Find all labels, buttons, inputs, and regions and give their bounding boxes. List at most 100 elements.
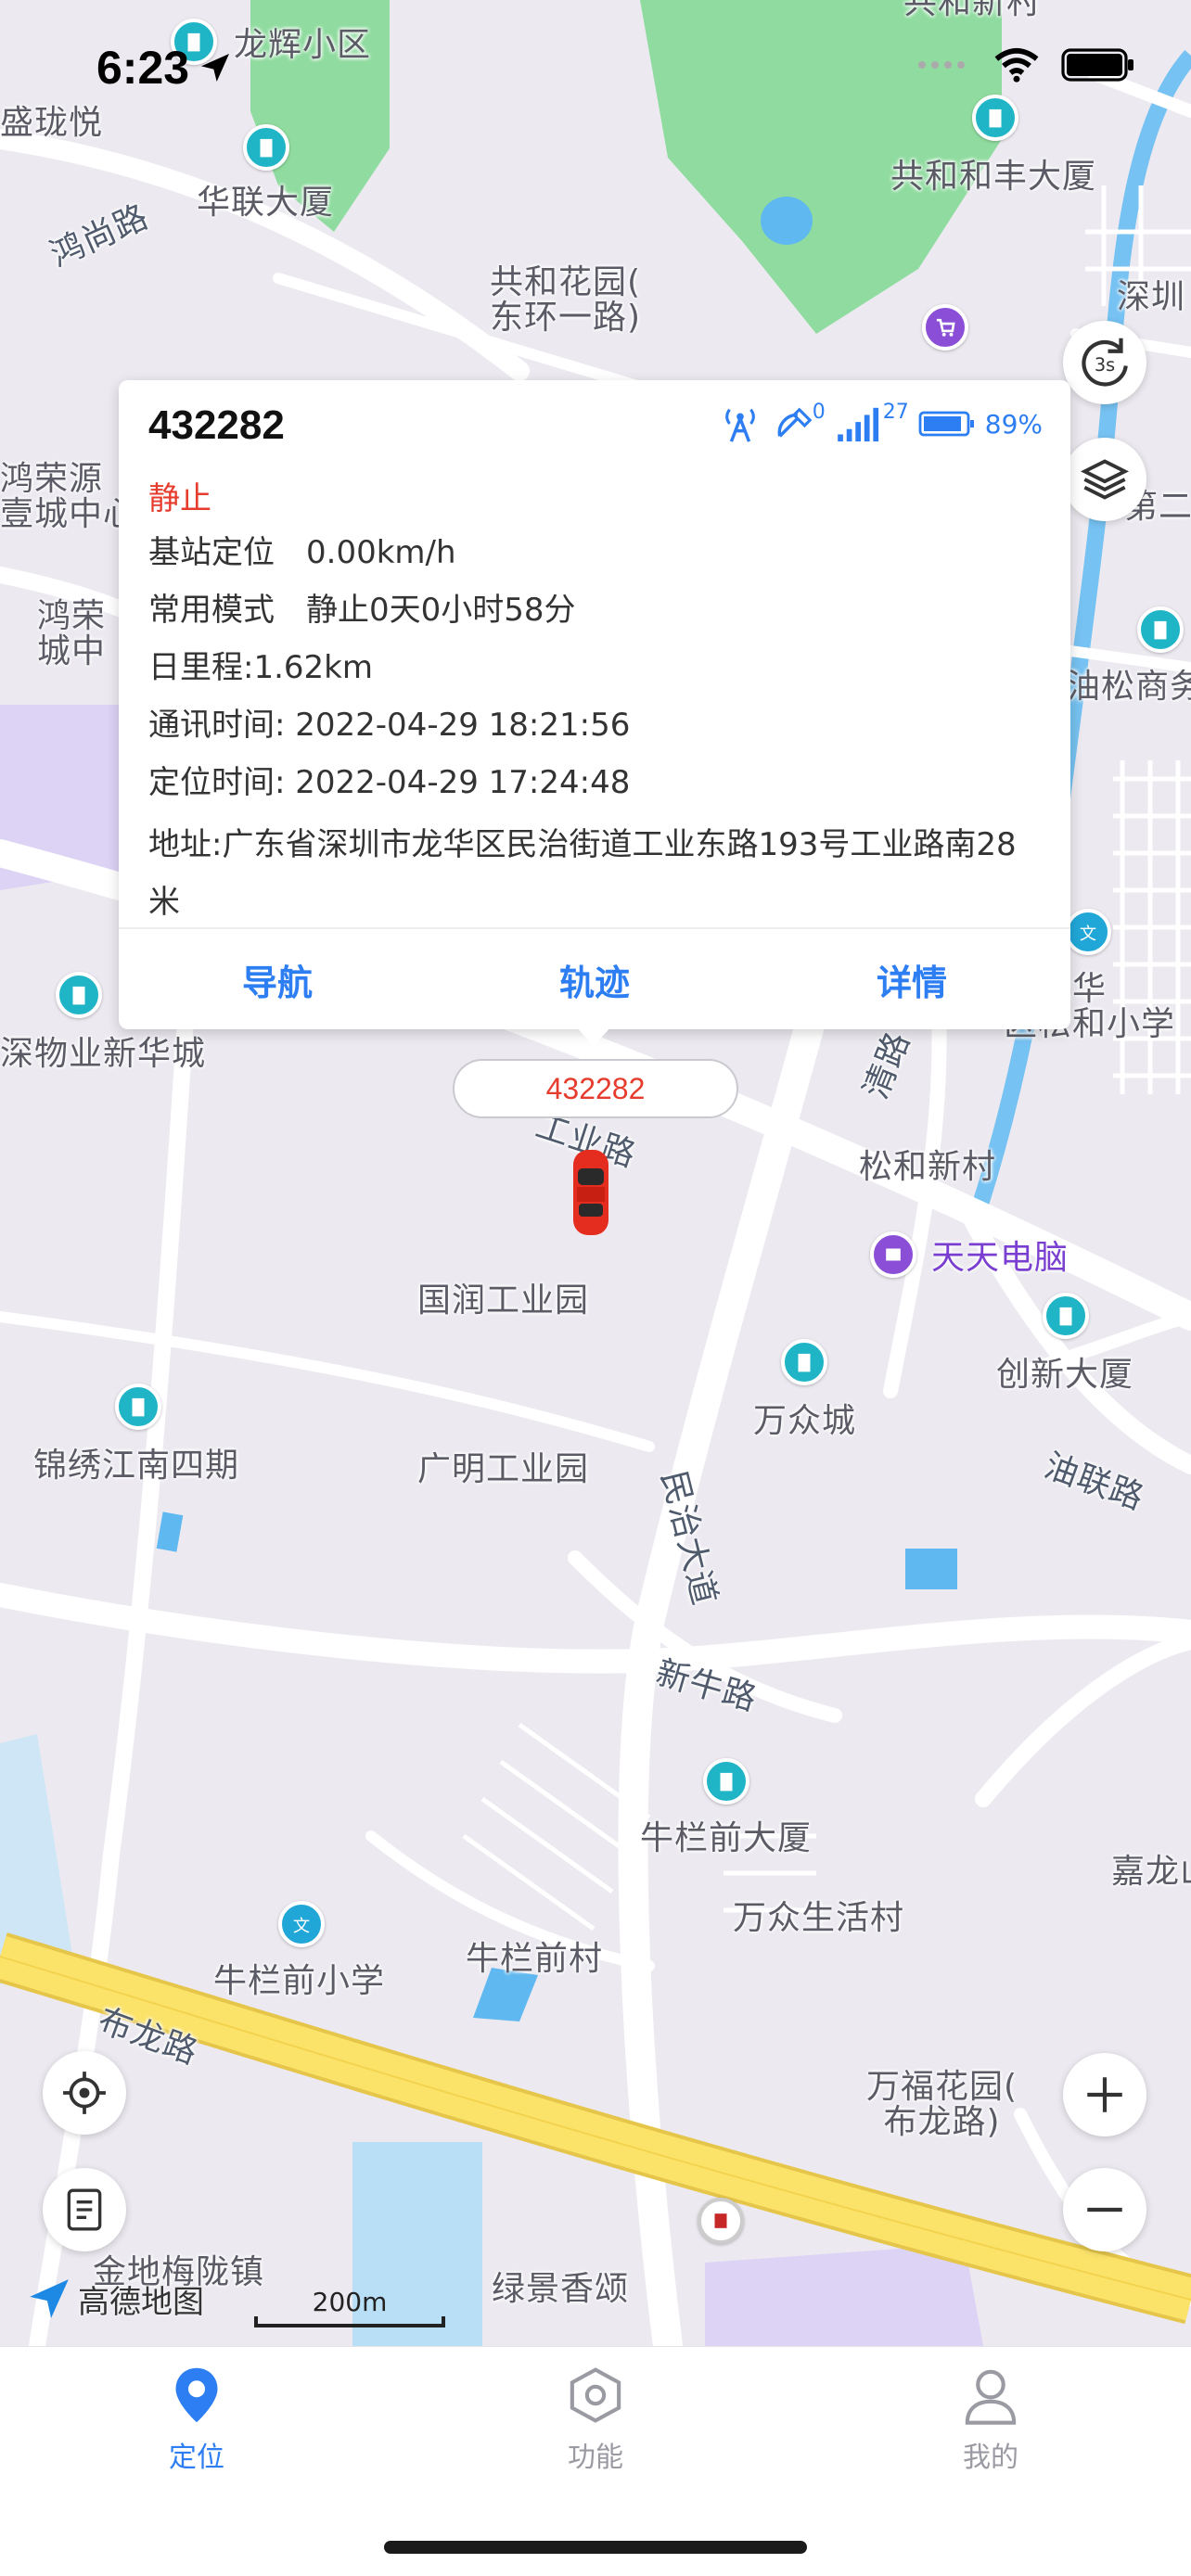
svg-text:文: 文: [1080, 925, 1096, 944]
device-info-popup: 432282 0 27 89% 静止 基站定位 0.00km/h 常用模式 静止…: [119, 380, 1070, 1029]
school-poi-icon[interactable]: 文: [278, 1901, 325, 1947]
building-poi-icon[interactable]: [115, 1384, 161, 1430]
label-yousong: 油松商务: [1067, 668, 1191, 706]
home-indicator: [384, 2541, 807, 2554]
refresh-icon: 3s: [1082, 338, 1128, 387]
label-wanzhong: 万众城: [753, 1402, 857, 1440]
label-shenzhen-top: 深圳: [1117, 278, 1186, 316]
speed-value: 0.00km/h: [306, 534, 456, 571]
label-hualian: 华联大厦: [197, 184, 335, 222]
label-wanzhong-life: 万众生活村: [733, 1899, 905, 1937]
device-list-button[interactable]: [43, 2168, 126, 2251]
label-niulanqian-village: 牛栏前村: [466, 1940, 604, 1978]
label-jialong: 嘉龙山: [1111, 1853, 1191, 1891]
motion-status: 静止: [148, 480, 211, 517]
zoom-in-button[interactable]: [1063, 2053, 1146, 2136]
idle-duration-value: 静止0天0小时58分: [306, 592, 576, 629]
scale-bar: 200m: [254, 2287, 445, 2327]
label-jinxiu: 锦绣江南四期: [33, 1447, 240, 1485]
scale-text: 200m: [313, 2287, 388, 2317]
status-icons: [916, 46, 1135, 83]
tab-profile[interactable]: 我的: [898, 2366, 1083, 2475]
status-time: 6:23: [96, 41, 234, 95]
label-tiantian: 天天电脑: [931, 1239, 1069, 1277]
battery-icon: [1061, 48, 1133, 82]
plus-icon: [1087, 2077, 1122, 2112]
car-marker-icon[interactable]: [568, 1146, 614, 1239]
signal-count: 27: [882, 400, 909, 424]
minus-icon: [1087, 2207, 1122, 2213]
track-button[interactable]: 轨迹: [436, 929, 753, 1029]
list-document-icon: [67, 2188, 102, 2231]
signal-strength-icon: [837, 407, 878, 442]
building-poi-icon[interactable]: [243, 124, 289, 171]
building-poi-icon[interactable]: [703, 1758, 749, 1804]
label-niulanqian-building: 牛栏前大厦: [640, 1819, 813, 1857]
school-poi-icon[interactable]: 文: [1065, 909, 1111, 955]
base-station-icon: [724, 408, 755, 442]
zoom-out-button[interactable]: [1063, 2168, 1146, 2251]
device-id-title: 432282: [148, 402, 285, 448]
wifi-icon: [994, 48, 1039, 83]
gas-station-poi-icon[interactable]: [698, 2198, 744, 2244]
label-gonghe-hefeng: 共和和丰大厦: [890, 158, 1097, 196]
address: 地址:广东省深圳市龙华区民治街道工业东路193号工业路南28米: [148, 826, 1017, 921]
daily-mileage: 日里程:1.62km: [148, 649, 373, 686]
tab-functions-label: 功能: [568, 2442, 623, 2474]
amap-text: 高德地图: [78, 2283, 204, 2321]
navigate-button[interactable]: 导航: [119, 929, 436, 1029]
popup-pointer: [575, 1026, 612, 1046]
layers-button[interactable]: [1063, 438, 1146, 521]
amap-logo: 高德地图: [26, 2276, 204, 2322]
label-hongrong2: 鸿荣 城中: [37, 597, 107, 670]
label-shenglong: 盛珑悦: [0, 104, 104, 142]
refresh-interval-button[interactable]: 3s: [1063, 321, 1146, 404]
location-pin-icon: [175, 2367, 218, 2423]
label-guangming: 广明工业园: [417, 1450, 590, 1488]
layers-icon: [1081, 459, 1129, 500]
map-view[interactable]: 龙辉小区 盛珑悦 共和新村 共和和丰大厦 华联大厦 鸿尚路 共和花园( 东环一路…: [0, 0, 1191, 2346]
satellite-icon: [777, 407, 813, 438]
mode-row: 常用模式 静止0天0小时58分: [148, 584, 576, 630]
amap-arrow-icon: [30, 2279, 69, 2318]
computer-shop-poi-icon[interactable]: [870, 1231, 916, 1278]
hexagon-functions-icon: [570, 2367, 621, 2423]
label-gonghe-garden: 共和花园( 东环一路): [490, 263, 642, 337]
building-poi-icon[interactable]: [1043, 1293, 1089, 1339]
label-guorun: 国润工业园: [417, 1282, 590, 1320]
detail-button[interactable]: 详情: [753, 929, 1070, 1029]
building-poi-icon[interactable]: [781, 1339, 827, 1385]
tab-profile-label: 我的: [963, 2442, 1018, 2474]
my-location-button[interactable]: [43, 2051, 126, 2135]
communication-time: 通讯时间: 2022-04-29 18:21:56: [148, 707, 631, 744]
label-wanfu: 万福花园( 布龙路): [866, 2068, 1018, 2141]
label-niulanqian-school: 牛栏前小学: [213, 1962, 386, 2000]
shopping-cart-poi-icon[interactable]: [922, 304, 968, 351]
tab-location-label: 定位: [169, 2442, 224, 2474]
svg-text:文: 文: [293, 1917, 310, 1936]
cellular-signal-icon: [918, 61, 965, 69]
label-lvjing: 绿景香颂: [492, 2270, 630, 2308]
label-gonghe-new: 共和新村: [903, 0, 1042, 21]
building-poi-icon[interactable]: [56, 972, 102, 1018]
satellite-count: 0: [812, 400, 826, 424]
location-arrow-icon: [201, 54, 230, 82]
location-type-label: 基站定位: [148, 534, 275, 571]
svg-text:3s: 3s: [1095, 354, 1115, 376]
building-poi-icon[interactable]: [1137, 606, 1184, 653]
label-wuye: 深物业新华城: [0, 1035, 207, 1073]
positioning-time: 定位时间: 2022-04-29 17:24:48: [148, 764, 631, 801]
label-songhe: 松和新村: [859, 1148, 997, 1186]
location-type-row: 基站定位 0.00km/h: [148, 527, 456, 572]
vehicle-label[interactable]: 432282: [453, 1059, 738, 1118]
label-longhui: 龙辉小区: [234, 26, 372, 64]
status-time-text: 6:23: [96, 42, 190, 94]
popup-actions: 导航 轨迹 详情: [119, 929, 1070, 1029]
label-chuangxin: 创新大厦: [996, 1356, 1134, 1394]
device-battery-icon: [918, 411, 974, 437]
tab-functions[interactable]: 功能: [503, 2366, 688, 2475]
building-poi-icon[interactable]: [972, 95, 1018, 141]
locate-target-icon: [63, 2072, 106, 2114]
tab-location[interactable]: 定位: [104, 2366, 289, 2475]
label-hongrongyuan: 鸿荣源 壹城中心: [0, 460, 138, 533]
